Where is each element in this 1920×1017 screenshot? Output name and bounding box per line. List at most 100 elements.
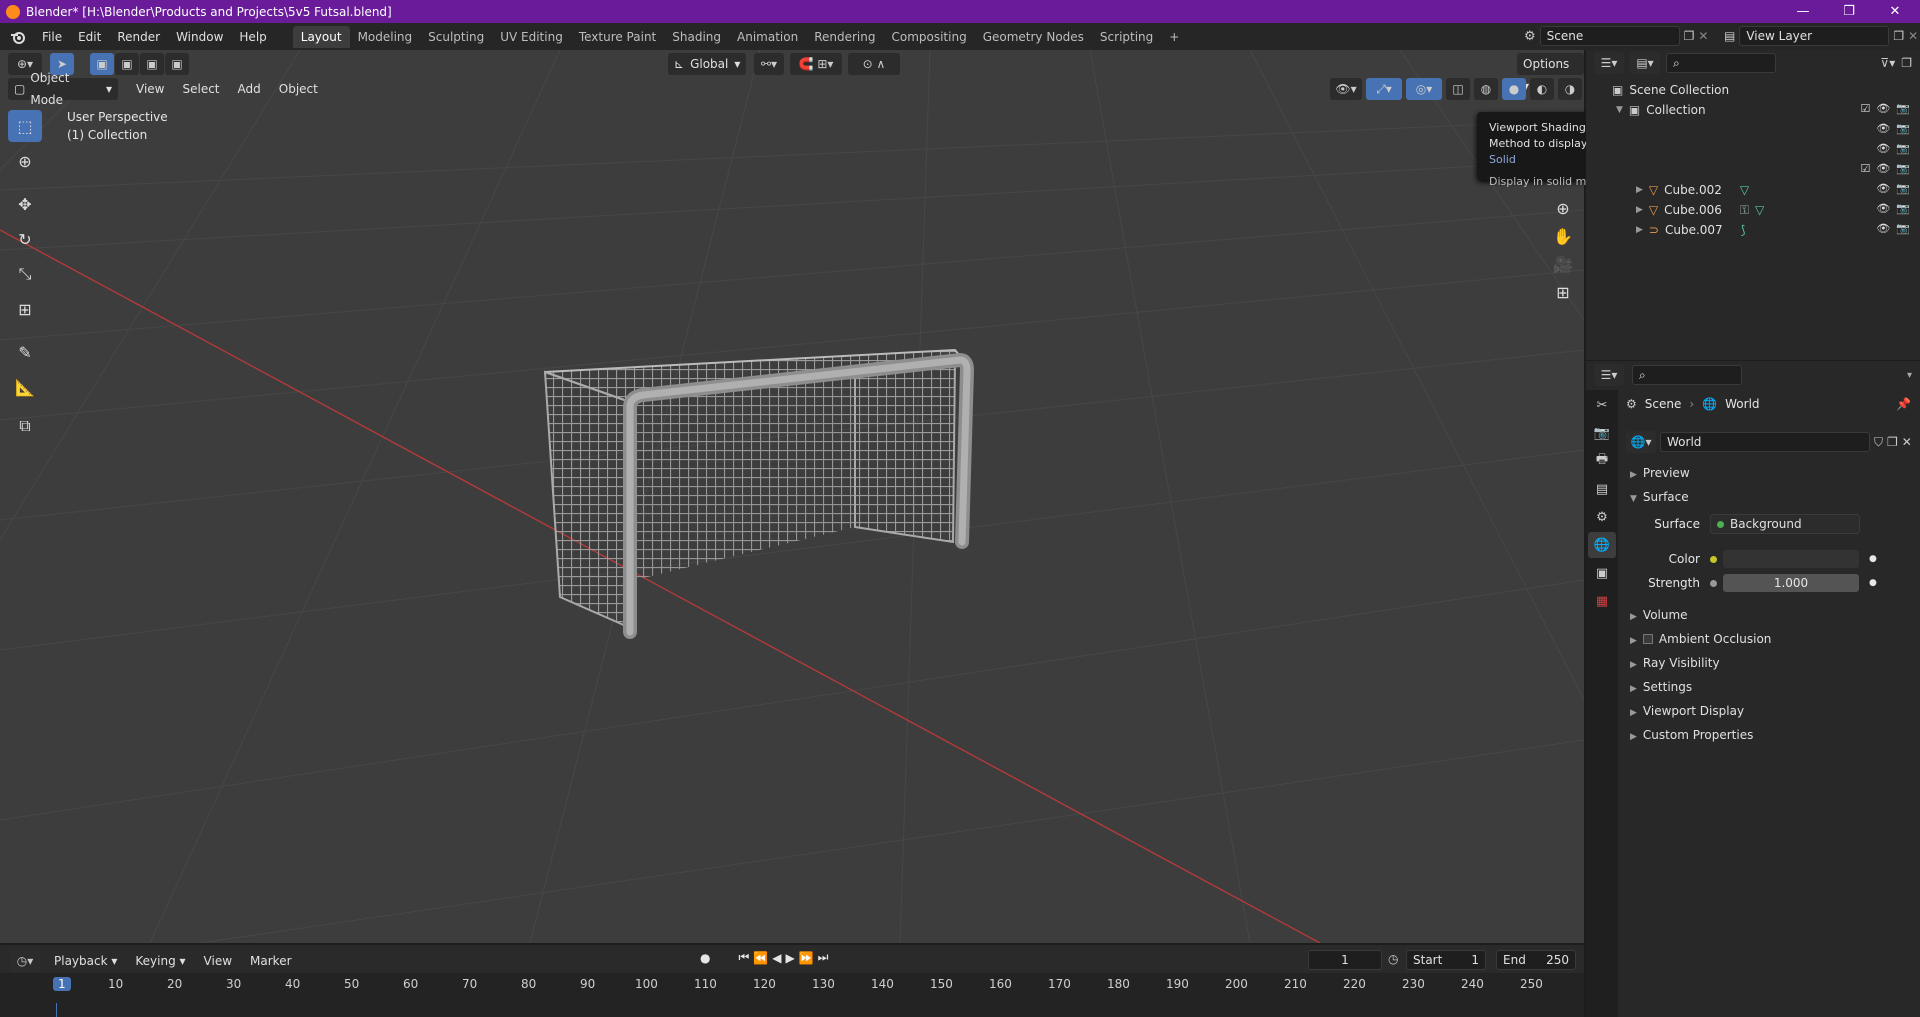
timeline-menu-keying[interactable]: Keying ▾ (127, 950, 193, 972)
view-layer-tab-icon[interactable]: ▤ (1588, 476, 1616, 502)
fake-user-icon[interactable]: ⛉ (1874, 435, 1883, 450)
tab-shading[interactable]: Shading (664, 26, 729, 48)
render-tab-icon[interactable]: 📷 (1588, 420, 1616, 446)
cursor-tool-icon[interactable]: ⊕ (8, 145, 42, 177)
clock-icon[interactable]: ◷ (1388, 952, 1398, 966)
delete-scene-icon[interactable]: ✕ (1698, 29, 1708, 43)
section-ray-visibility[interactable]: ▶ Ray Visibility (1620, 651, 1918, 675)
exclude-checkbox[interactable]: ☑ (1860, 162, 1870, 175)
menu-file[interactable]: File (34, 26, 70, 48)
section-viewport-display[interactable]: ▶ Viewport Display (1620, 699, 1918, 723)
timeline-menu-playback[interactable]: Playback ▾ (46, 950, 125, 972)
close-button[interactable]: ✕ (1872, 0, 1918, 23)
camera-icon[interactable]: 📷 (1896, 162, 1910, 175)
jump-start-icon[interactable]: ⏮ (738, 950, 749, 965)
proportional-editing-icon[interactable]: ⊙ ∧ (848, 53, 900, 75)
tab-scripting[interactable]: Scripting (1092, 26, 1161, 48)
outliner-row-hidden[interactable]: 👁 📷 (1586, 140, 1920, 160)
chevron-down-icon[interactable]: ▾ (1907, 370, 1912, 381)
menu-help[interactable]: Help (231, 26, 274, 48)
color-swatch[interactable] (1723, 550, 1859, 568)
scene-tab-icon[interactable]: ⚙ (1588, 504, 1616, 530)
jump-keyframe-back-icon[interactable]: ⏪ (753, 951, 768, 965)
strength-slider[interactable]: 1.000 (1723, 574, 1859, 592)
viewport-menu-add[interactable]: Add (230, 78, 269, 100)
expand-icon[interactable]: ▶ (1636, 185, 1643, 195)
world-name-field[interactable]: World (1660, 432, 1870, 452)
camera-view-icon[interactable]: 🎥 (1548, 250, 1578, 278)
tool-tab-icon[interactable]: ✂ (1588, 392, 1616, 418)
menu-window[interactable]: Window (168, 26, 231, 48)
tab-texture-paint[interactable]: Texture Paint (571, 26, 664, 48)
camera-icon[interactable]: 📷 (1896, 142, 1910, 155)
output-tab-icon[interactable]: 🖶 (1588, 448, 1616, 474)
scene-icon[interactable]: ⚙ (1524, 29, 1536, 44)
camera-icon[interactable]: 📷 (1896, 122, 1910, 135)
measure-tool-icon[interactable]: 📐 (8, 371, 42, 403)
add-cube-tool-icon[interactable]: ⧉ (8, 410, 42, 442)
select-subtract-icon[interactable]: ▣ (140, 53, 164, 75)
move-tool-icon[interactable]: ✥ (8, 188, 42, 220)
duplicate-world-icon[interactable]: ❐ (1887, 435, 1898, 449)
camera-icon[interactable]: 📷 (1896, 222, 1910, 235)
unlink-world-icon[interactable]: ✕ (1902, 435, 1912, 449)
tab-geometry-nodes[interactable]: Geometry Nodes (975, 26, 1092, 48)
maximize-button[interactable]: ❐ (1826, 0, 1872, 23)
expand-icon[interactable]: ▼ (1616, 105, 1623, 115)
timeline-menu-marker[interactable]: Marker (242, 950, 299, 972)
perspective-toggle-icon[interactable]: ⊞ (1548, 278, 1578, 306)
select-invert-icon[interactable]: ▣ (165, 53, 189, 75)
section-preview[interactable]: ▶ Preview (1620, 461, 1918, 485)
solid-shading-icon[interactable]: ● (1502, 78, 1526, 100)
play-icon[interactable]: ▶ (785, 951, 794, 965)
pan-hand-icon[interactable]: ✋ (1548, 222, 1578, 250)
eye-icon[interactable]: 👁 (1876, 202, 1890, 215)
new-view-layer-icon[interactable]: ❐ (1893, 29, 1904, 43)
camera-icon[interactable]: 📷 (1896, 182, 1910, 195)
outliner-row-object[interactable]: ▶ ▽ Cube.002 ▽ 👁 📷 (1586, 180, 1920, 200)
tab-compositing[interactable]: Compositing (883, 26, 974, 48)
eye-icon[interactable]: 👁 (1876, 162, 1890, 175)
section-settings[interactable]: ▶ Settings (1620, 675, 1918, 699)
pivot-point-icon[interactable]: ⚯▾ (754, 53, 784, 75)
select-extend-icon[interactable]: ▣ (115, 53, 139, 75)
surface-shader-field[interactable]: Background (1710, 514, 1860, 534)
overlay-icon[interactable]: ◎▾ (1406, 78, 1442, 100)
tab-modeling[interactable]: Modeling (350, 26, 421, 48)
section-custom-properties[interactable]: ▶ Custom Properties (1620, 723, 1918, 747)
xray-icon[interactable]: ◫ (1446, 78, 1470, 100)
menu-render[interactable]: Render (109, 26, 168, 48)
viewport-menu-view[interactable]: View (128, 78, 172, 100)
mode-dropdown[interactable]: ▢ Object Mode ▾ (8, 71, 118, 107)
wireframe-shading-icon[interactable]: ◍ (1474, 78, 1498, 100)
collection-tab-icon[interactable]: ▣ (1588, 560, 1616, 586)
world-tab-icon[interactable]: 🌐 (1588, 532, 1616, 558)
add-workspace-button[interactable]: + (1161, 26, 1187, 48)
zoom-icon[interactable]: ⊕ (1548, 194, 1578, 222)
eye-icon[interactable]: 👁 (1876, 122, 1890, 135)
annotate-tool-icon[interactable]: ✎ (8, 336, 42, 368)
outliner-row-object[interactable]: ▶ ▽ Cube.006 ⚿ ▽ 👁 📷 (1586, 200, 1920, 220)
view-layer-selector[interactable]: View Layer (1739, 26, 1890, 46)
keyframe-dot-icon[interactable]: ● (1869, 578, 1877, 588)
outliner-row-collection[interactable]: ▼ ▣ Collection ☑ 👁 📷 (1586, 100, 1920, 120)
menu-edit[interactable]: Edit (70, 26, 109, 48)
scene-selector[interactable]: Scene (1539, 26, 1680, 46)
select-box-tool-icon[interactable]: ⬚ (8, 110, 42, 142)
tab-rendering[interactable]: Rendering (806, 26, 883, 48)
options-dropdown[interactable]: Options ▾ (1517, 53, 1584, 93)
3d-viewport[interactable] (0, 50, 1584, 943)
tab-layout[interactable]: Layout (292, 25, 350, 48)
timeline-menu-view[interactable]: View (196, 950, 240, 972)
exclude-checkbox[interactable]: ☑ (1860, 102, 1870, 115)
pin-icon[interactable]: 📌 (1896, 397, 1911, 411)
gizmo-icon[interactable]: ⤢▾ (1366, 78, 1402, 100)
blender-menu-icon[interactable] (8, 27, 28, 47)
jump-keyframe-forward-icon[interactable]: ⏩ (799, 951, 814, 965)
viewport-menu-select[interactable]: Select (174, 78, 227, 100)
visibility-icon[interactable]: 👁▾ (1330, 78, 1362, 100)
texture-tab-icon[interactable]: ▦ (1588, 588, 1616, 614)
section-surface[interactable]: ▼ Surface (1620, 485, 1918, 509)
rotate-tool-icon[interactable]: ↻ (8, 223, 42, 255)
outliner-row-scene-collection[interactable]: ▣ Scene Collection (1586, 80, 1920, 100)
